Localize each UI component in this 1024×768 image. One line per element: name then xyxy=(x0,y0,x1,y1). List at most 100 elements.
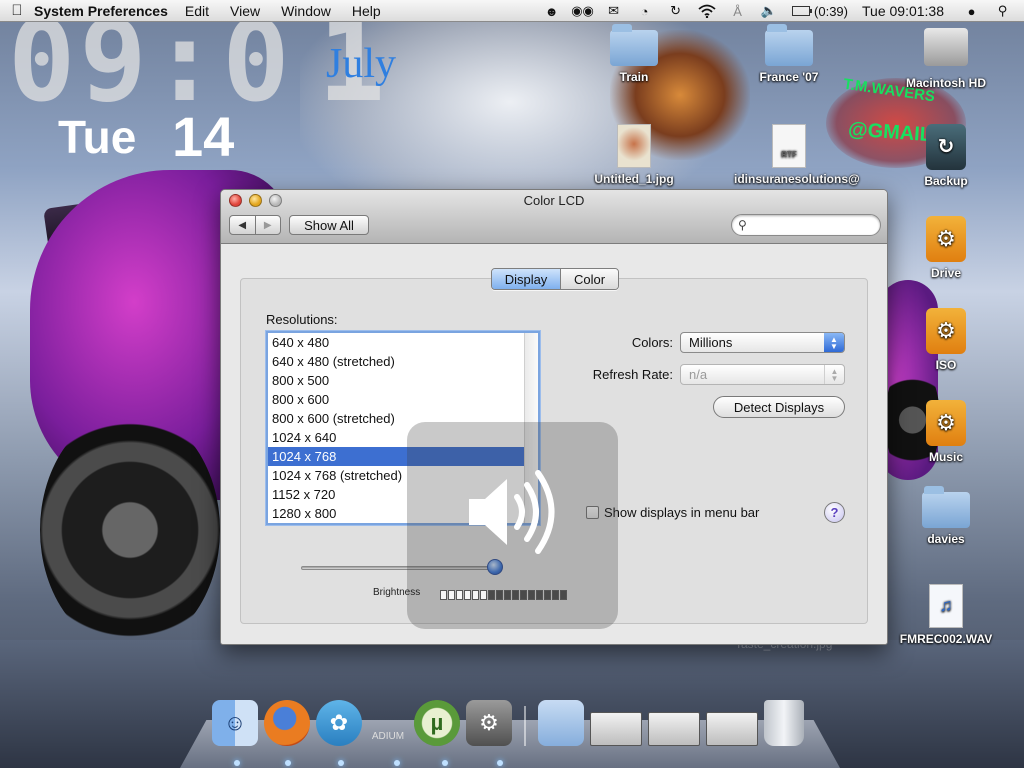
list-item[interactable]: 640 x 480 xyxy=(268,333,524,352)
system-preferences-icon[interactable]: ⚙ xyxy=(466,700,512,746)
desktop-icon-label: idinsuranesolutions@ xyxy=(734,172,860,186)
menu-view[interactable]: View xyxy=(230,3,260,19)
gauge-icon[interactable]: ◔ xyxy=(629,0,660,22)
running-indicator xyxy=(394,760,400,766)
tab-display[interactable]: Display xyxy=(492,269,560,289)
spotlight-icon[interactable]: ⚲ xyxy=(987,0,1018,22)
desktop-icon-label: ISO xyxy=(935,358,957,372)
volume-segment xyxy=(488,590,495,600)
usb-drive-icon: ⚙ xyxy=(926,308,966,354)
time-machine-icon[interactable]: ↻ xyxy=(660,0,691,22)
volume-icon[interactable]: 🔈 xyxy=(753,0,784,22)
volume-segment xyxy=(448,590,455,600)
colors-value: Millions xyxy=(689,335,733,350)
running-indicator xyxy=(497,760,503,766)
colors-popup[interactable]: Millions ▲ ▼ xyxy=(680,332,845,353)
menu-extras: ☻ ◉◉ ✉ ◔ ↻ Å 🔈 (0:39) Tue 09:01:38 ● ⚲ xyxy=(536,0,1018,22)
desktop-icon-backup[interactable]: ↻ Backup xyxy=(891,124,1001,188)
desktop-icon-train[interactable]: Train xyxy=(579,24,689,84)
running-indicator xyxy=(338,760,344,766)
volume-segment xyxy=(544,590,551,600)
running-indicator xyxy=(234,760,240,766)
list-item[interactable]: 800 x 600 xyxy=(268,390,524,409)
bluetooth-icon[interactable]: Å xyxy=(722,0,753,22)
mail-bird-icon[interactable]: ✉ xyxy=(598,0,629,22)
search-field[interactable]: ⚲ xyxy=(731,214,881,236)
list-item[interactable]: 640 x 480 (stretched) xyxy=(268,352,524,371)
menu-window[interactable]: Window xyxy=(281,3,331,19)
window-thumbnail-icon[interactable] xyxy=(590,712,642,746)
window-titlebar[interactable]: Color LCD ◀ ▶ Show All ⚲ xyxy=(221,190,887,244)
back-arrow-icon: ◀ xyxy=(238,219,247,231)
twitter-icon[interactable]: ✿ xyxy=(316,700,362,746)
volume-segment xyxy=(560,590,567,600)
window-thumbnail-icon[interactable] xyxy=(648,712,700,746)
dock-separator xyxy=(524,706,526,746)
speaker-icon xyxy=(469,470,555,554)
search-input[interactable] xyxy=(750,218,871,232)
usb-drive-icon: ⚙ xyxy=(926,400,966,446)
desktop-icon-label: Backup xyxy=(924,174,968,188)
detect-displays-button[interactable]: Detect Displays xyxy=(713,396,845,418)
volume-segment xyxy=(520,590,527,600)
finder-icon[interactable]: ☺ xyxy=(212,700,258,746)
documents-stack-icon[interactable] xyxy=(538,700,584,746)
dock-running-indicators xyxy=(0,760,1024,768)
desktop-icon-label: Music xyxy=(928,450,963,464)
menu-app-name[interactable]: System Preferences xyxy=(34,3,168,19)
apple-menu-icon[interactable]:  xyxy=(0,2,34,19)
image-file-icon xyxy=(617,124,651,168)
desktop-icon-davies[interactable]: davies xyxy=(891,486,1001,546)
adium-label: ADIUM xyxy=(371,730,405,742)
menubar-clock[interactable]: Tue 09:01:38 xyxy=(862,3,944,19)
desktop-icon-france[interactable]: France '07 xyxy=(734,24,844,84)
wallpaper-car-wheel xyxy=(40,410,220,650)
desktop-clock-dayname: Tue xyxy=(58,111,137,163)
hard-drive-icon xyxy=(924,28,968,66)
desktop-icon-macintosh-hd[interactable]: Macintosh HD xyxy=(891,28,1001,90)
trash-icon[interactable] xyxy=(764,700,804,746)
volume-hud: Brightness xyxy=(373,422,618,629)
wifi-icon[interactable] xyxy=(691,0,722,22)
window-thumbnail-icon[interactable] xyxy=(706,712,758,746)
sunglasses-icon[interactable]: ◉◉ xyxy=(567,0,598,22)
desktop-icon-label: Untitled_1.jpg xyxy=(594,172,674,186)
help-button[interactable]: ? xyxy=(824,502,845,523)
desktop-icon-label: davies xyxy=(927,532,965,546)
menu-help[interactable]: Help xyxy=(352,3,381,19)
volume-segment xyxy=(472,590,479,600)
utorrent-icon[interactable]: µ xyxy=(414,700,460,746)
tab-color[interactable]: Color xyxy=(560,269,618,289)
desktop-icon-label: Macintosh HD xyxy=(905,76,986,90)
desktop-icon-music[interactable]: ⚙ Music xyxy=(891,400,1001,464)
battery-icon xyxy=(792,6,813,16)
desktop-icon-drive[interactable]: ⚙ Drive xyxy=(891,216,1001,280)
list-item[interactable]: 800 x 500 xyxy=(268,371,524,390)
volume-segment xyxy=(528,590,535,600)
folder-icon xyxy=(610,24,658,66)
user-icon[interactable]: ● xyxy=(956,0,987,22)
popup-arrows-icon: ▲ ▼ xyxy=(824,365,844,384)
refresh-rate-popup: n/a ▲ ▼ xyxy=(680,364,845,385)
desktop-icon-wav[interactable]: ♫ FMREC002.WAV xyxy=(891,584,1001,646)
show-all-button[interactable]: Show All xyxy=(289,215,369,235)
show-displays-label: Show displays in menu bar xyxy=(604,505,760,520)
usb-drive-icon: ⚙ xyxy=(926,216,966,262)
forward-button[interactable]: ▶ xyxy=(254,216,281,234)
back-button[interactable]: ◀ xyxy=(230,216,255,234)
adium-icon[interactable]: ADIUM xyxy=(368,726,408,746)
desktop-icon-label: Train xyxy=(619,70,649,84)
volume-segment xyxy=(504,590,511,600)
volume-segment xyxy=(536,590,543,600)
desktop-clock-month: July xyxy=(326,41,397,87)
desktop-icon-iso[interactable]: ⚙ ISO xyxy=(891,308,1001,372)
refresh-rate-label: Refresh Rate: xyxy=(592,367,673,382)
desktop-icon-rtf-document[interactable]: RTF idinsuranesolutions@ xyxy=(734,124,860,186)
desktop-icon-untitled-jpg[interactable]: Untitled_1.jpg xyxy=(579,124,689,186)
firefox-icon[interactable] xyxy=(264,700,310,746)
battery-status[interactable]: (0:39) xyxy=(792,4,848,19)
menu-edit[interactable]: Edit xyxy=(185,3,209,19)
desktop-icon-label: France '07 xyxy=(759,70,819,84)
alien-icon[interactable]: ☻ xyxy=(536,0,567,22)
volume-segment xyxy=(440,590,447,600)
